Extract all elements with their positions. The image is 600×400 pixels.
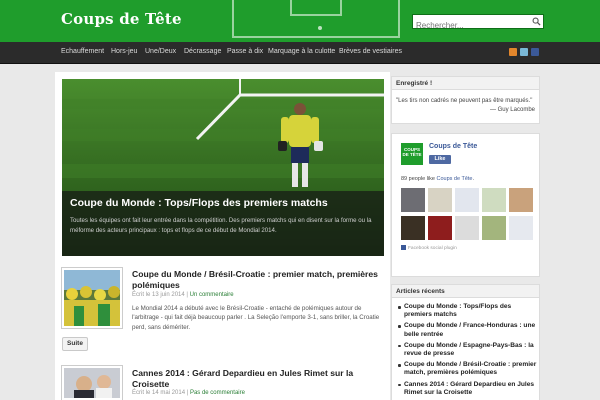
rss-icon[interactable]: [509, 48, 517, 56]
recent-post-link[interactable]: Coupe du Monde : Tops/Flops des premiers…: [398, 303, 538, 319]
facebook-like-label: Like: [434, 156, 446, 162]
facebook-fan-avatar[interactable]: [509, 188, 533, 212]
post-excerpt: Le Mondial 2014 a débuté avec le Brésil-…: [132, 305, 380, 331]
quote-author: — Guy Lacombe: [489, 107, 535, 113]
widget-recent-posts: Articles récents Coupe du Monde : Tops/F…: [391, 284, 540, 400]
nav-item-echauffement[interactable]: Echauffement: [61, 48, 104, 55]
facebook-fan-avatar[interactable]: [401, 188, 425, 212]
like-count-suffix: .: [472, 176, 474, 182]
recent-post-link[interactable]: Coupe du Monde / Espagne-Pays-Bas : la r…: [398, 342, 538, 358]
main-nav: Echauffement Hors-jeu Une/Deux Décrassag…: [0, 42, 600, 64]
search-input[interactable]: [413, 19, 531, 32]
widget-quote: Enregistré ! "Les tirs non cadrés ne peu…: [391, 76, 540, 124]
facebook-fan-avatar[interactable]: [482, 188, 506, 212]
facebook-fan-avatar[interactable]: [455, 188, 479, 212]
nav-item-breves[interactable]: Brèves de vestiaires: [339, 48, 402, 55]
facebook-page-logo[interactable]: COUPS DE TÊTE: [401, 143, 423, 165]
post-meta-cannes: Écrit le 14 mai 2014 | Pas de commentair…: [132, 390, 245, 396]
facebook-fan-avatar[interactable]: [482, 216, 506, 240]
nav-item-une-deux[interactable]: Une/Deux: [145, 48, 176, 55]
quote-text: "Les tirs non cadrés ne peuvent pas être…: [396, 98, 533, 104]
facebook-page-name[interactable]: Coups de Tête: [429, 143, 477, 150]
depardieu-image: [64, 368, 120, 398]
post-thumbnail-depardieu[interactable]: [62, 366, 122, 400]
search-box: [412, 14, 544, 32]
facebook-fan-avatar[interactable]: [509, 216, 533, 240]
nav-item-marquage[interactable]: Marquage à la culotte: [268, 48, 335, 55]
widget-title: Enregistré !: [392, 77, 539, 90]
post-title-bresil-croatie[interactable]: Coupe du Monde / Brésil-Croatie : premie…: [132, 269, 382, 291]
facebook-small-icon: [401, 245, 406, 250]
meta-separator: |: [186, 292, 188, 298]
nav-item-hors-jeu[interactable]: Hors-jeu: [111, 48, 137, 55]
recent-post-link[interactable]: Coupe du Monde / France-Honduras : une b…: [398, 322, 538, 338]
comments-link[interactable]: Un commentaire: [190, 292, 234, 298]
post-thumbnail-crowd[interactable]: [62, 268, 122, 328]
facebook-fan-avatar[interactable]: [401, 216, 425, 240]
facebook-fan-avatar[interactable]: [455, 216, 479, 240]
pitch-goal-box-decoration: [290, 0, 342, 16]
recent-post-link[interactable]: Coupe du Monde / Brésil-Croatie : premie…: [398, 361, 538, 377]
site-logo[interactable]: Coups de Tête: [61, 10, 182, 28]
recent-post-link[interactable]: Cannes 2014 : Gérard Depardieu en Jules …: [398, 381, 538, 397]
facebook-plugin-text: Facebook social plugin: [408, 246, 457, 251]
pitch-spot-decoration: [318, 26, 322, 30]
facebook-fan-avatar[interactable]: [428, 216, 452, 240]
recent-posts-list: Coupe du Monde : Tops/Flops des premiers…: [398, 303, 538, 400]
nav-item-decrassage[interactable]: Décrassage: [184, 48, 221, 55]
post-title-cannes[interactable]: Cannes 2014 : Gérard Depardieu en Jules …: [132, 368, 382, 390]
crowd-image: [64, 270, 120, 326]
facebook-plugin-footer: Facebook social plugin: [401, 245, 457, 251]
widget-facebook: COUPS DE TÊTE Coups de Tête Like 89 peop…: [391, 133, 540, 277]
post-date: Écrit le 13 juin 2014: [132, 292, 185, 298]
featured-post[interactable]: Coupe du Monde : Tops/Flops des premiers…: [62, 79, 384, 256]
like-count-page-link[interactable]: Coups de Tête: [436, 176, 472, 182]
widget-title: Articles récents: [392, 285, 539, 298]
read-more-button[interactable]: Suite: [62, 337, 88, 351]
facebook-like-button[interactable]: Like: [429, 155, 451, 164]
meta-separator: |: [186, 390, 189, 396]
site-header: Coups de Tête: [0, 0, 600, 42]
facebook-fan-avatar[interactable]: [428, 188, 452, 212]
like-count-text: 89 people like: [401, 176, 435, 182]
featured-excerpt: Toutes les équipes ont fait leur entrée …: [70, 217, 372, 234]
featured-caption: Coupe du Monde : Tops/Flops des premiers…: [62, 191, 384, 256]
facebook-icon[interactable]: [531, 48, 539, 56]
comments-link[interactable]: Pas de commentaire: [190, 390, 245, 396]
featured-title[interactable]: Coupe du Monde : Tops/Flops des premiers…: [70, 197, 328, 209]
nav-item-passe-a-dix[interactable]: Passe à dix: [227, 48, 263, 55]
twitter-icon[interactable]: [520, 48, 528, 56]
search-icon[interactable]: [532, 17, 541, 26]
facebook-like-count: 89 people like Coups de Tête.: [401, 176, 474, 182]
post-date: Écrit le 14 mai 2014: [132, 390, 186, 396]
post-meta: Écrit le 13 juin 2014 | Un commentaire: [132, 292, 234, 298]
